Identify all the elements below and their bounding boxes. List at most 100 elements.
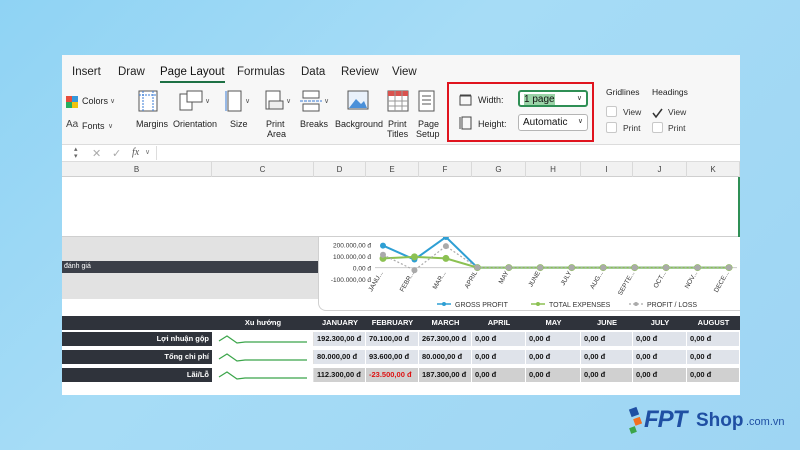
background-button[interactable]: Background: [335, 119, 383, 129]
legend-label: GROSS PROFIT: [455, 302, 509, 309]
headings-print-checkbox[interactable]: [652, 122, 663, 133]
gridlines-view-label: View: [623, 107, 642, 117]
logo-shop: Shop: [696, 410, 744, 431]
table-cell[interactable]: 112.300,00 đ: [314, 368, 366, 382]
column-header-f[interactable]: F: [419, 162, 472, 177]
table-cell[interactable]: 0,00 đ: [526, 332, 581, 346]
size-button[interactable]: Size: [230, 119, 248, 129]
print-area-button-line1[interactable]: Print: [266, 119, 285, 129]
chevron-down-icon[interactable]: ∨: [245, 97, 250, 107]
excel-window: Insert Draw Page Layout Formulas Data Re…: [62, 55, 740, 395]
line-chart[interactable]: 200.000,00 đ 100.000,00 đ 0,00 đ -100.000,0…: [318, 234, 740, 311]
legend-marker: [442, 302, 446, 306]
legend-label: TOTAL EXPENSES: [549, 302, 611, 309]
tab-review[interactable]: Review: [341, 66, 379, 78]
column-header-i[interactable]: I: [581, 162, 633, 177]
worksheet[interactable]: đánh giá 200.000,00 đ 100.000,00 đ 0,00 đ -…: [62, 177, 740, 395]
column-header-d[interactable]: D: [314, 162, 366, 177]
table-cell[interactable]: 0,00 đ: [581, 368, 633, 382]
print-titles-icon: [387, 90, 409, 117]
chevron-down-icon[interactable]: ∨: [145, 148, 150, 156]
table-cell[interactable]: -23.500,00 đ: [366, 368, 419, 382]
tab-view[interactable]: View: [392, 66, 417, 78]
table-cell[interactable]: 0,00 đ: [633, 350, 687, 364]
fpt-shop-logo: FPT Shop .com.vn: [628, 400, 798, 440]
x-tick-label: APRIL: [464, 270, 480, 290]
breaks-icon: [300, 90, 322, 117]
legend-marker: [536, 302, 540, 306]
colors-button[interactable]: Colors: [82, 96, 108, 106]
x-tick-label: MAY: [498, 270, 511, 286]
table-cell[interactable]: 0,00 đ: [633, 368, 687, 382]
sparkline: [212, 350, 314, 364]
table-cell[interactable]: 93.600,00 đ: [366, 350, 419, 364]
name-box-stepper-icon[interactable]: ▴ ▾: [74, 146, 78, 160]
column-header-h[interactable]: H: [526, 162, 581, 177]
grey-block-bottom: [62, 273, 318, 299]
tab-data[interactable]: Data: [301, 66, 325, 78]
print-area-button-line2[interactable]: Area: [267, 129, 286, 139]
table-cell[interactable]: 0,00 đ: [526, 350, 581, 364]
fx-icon[interactable]: fx: [132, 147, 139, 158]
table-cell[interactable]: 0,00 đ: [472, 350, 526, 364]
page-setup-button-line2[interactable]: Setup: [416, 129, 440, 139]
headings-print-label: Print: [668, 123, 686, 133]
column-header-g[interactable]: G: [472, 162, 526, 177]
table-cell[interactable]: 0,00 đ: [472, 332, 526, 346]
table-cell[interactable]: 187.300,00 đ: [419, 368, 472, 382]
column-header-k[interactable]: K: [687, 162, 740, 177]
chevron-down-icon[interactable]: ∨: [110, 97, 115, 107]
table-cell[interactable]: 70.100,00 đ: [366, 332, 419, 346]
chevron-down-icon[interactable]: ∨: [324, 97, 329, 107]
headings-view-checkbox[interactable]: [652, 106, 663, 119]
fonts-button[interactable]: Fonts: [82, 121, 105, 131]
orientation-button[interactable]: Orientation: [173, 119, 217, 129]
background-image-icon: [347, 90, 369, 115]
tab-draw[interactable]: Draw: [118, 66, 145, 78]
confirm-icon[interactable]: ✓: [112, 147, 121, 160]
gridlines-print-checkbox[interactable]: [606, 122, 617, 133]
page-setup-button-line1[interactable]: Page: [418, 119, 439, 129]
data-point: [505, 264, 512, 271]
data-point: [442, 254, 450, 262]
formula-input[interactable]: [156, 146, 738, 160]
column-header-j[interactable]: J: [633, 162, 687, 177]
month-header: APRIL: [472, 316, 526, 330]
print-titles-button-line2[interactable]: Titles: [387, 129, 408, 139]
margins-button[interactable]: Margins: [136, 119, 168, 129]
tab-page-layout[interactable]: Page Layout: [160, 66, 225, 83]
chart-svg: 200.000,00 đ 100.000,00 đ 0,00 đ -100.000,0…: [331, 234, 737, 309]
danh-gia-label: đánh giá: [62, 261, 318, 273]
x-tick-label: OCT...: [653, 270, 668, 290]
table-cell[interactable]: 0,00 đ: [581, 332, 633, 346]
table-cell[interactable]: 192.300,00 đ: [314, 332, 366, 346]
table-cell[interactable]: 80.000,00 đ: [419, 350, 472, 364]
column-header-e[interactable]: E: [366, 162, 419, 177]
x-tick-label: SEPTE...: [617, 270, 637, 297]
chevron-down-icon[interactable]: ∨: [108, 122, 113, 132]
table-cell[interactable]: 0,00 đ: [687, 350, 740, 364]
table-cell[interactable]: 0,00 đ: [526, 368, 581, 382]
cancel-icon[interactable]: ✕: [92, 147, 101, 160]
breaks-button[interactable]: Breaks: [300, 119, 328, 129]
table-cell[interactable]: 0,00 đ: [687, 332, 740, 346]
table-cell[interactable]: 0,00 đ: [687, 368, 740, 382]
table-cell[interactable]: 0,00 đ: [633, 332, 687, 346]
page-setup-icon: [417, 90, 437, 117]
table-cell[interactable]: 0,00 đ: [581, 350, 633, 364]
column-header-c[interactable]: C: [212, 162, 314, 177]
chevron-down-icon[interactable]: ∨: [205, 97, 210, 107]
print-area-icon: [264, 90, 284, 117]
table-row-label: Lãi/Lỗ: [62, 368, 212, 382]
print-titles-button-line1[interactable]: Print: [388, 119, 407, 129]
tab-formulas[interactable]: Formulas: [237, 66, 285, 78]
merged-blank-area[interactable]: [62, 177, 738, 237]
column-header-b[interactable]: B: [62, 162, 212, 177]
table-cell[interactable]: 0,00 đ: [472, 368, 526, 382]
gridlines-view-checkbox[interactable]: [606, 106, 617, 117]
chevron-down-icon[interactable]: ∨: [286, 97, 291, 107]
tab-insert[interactable]: Insert: [72, 66, 101, 78]
sparkline: [212, 332, 314, 346]
table-cell[interactable]: 267.300,00 đ: [419, 332, 472, 346]
table-cell[interactable]: 80.000,00 đ: [314, 350, 366, 364]
